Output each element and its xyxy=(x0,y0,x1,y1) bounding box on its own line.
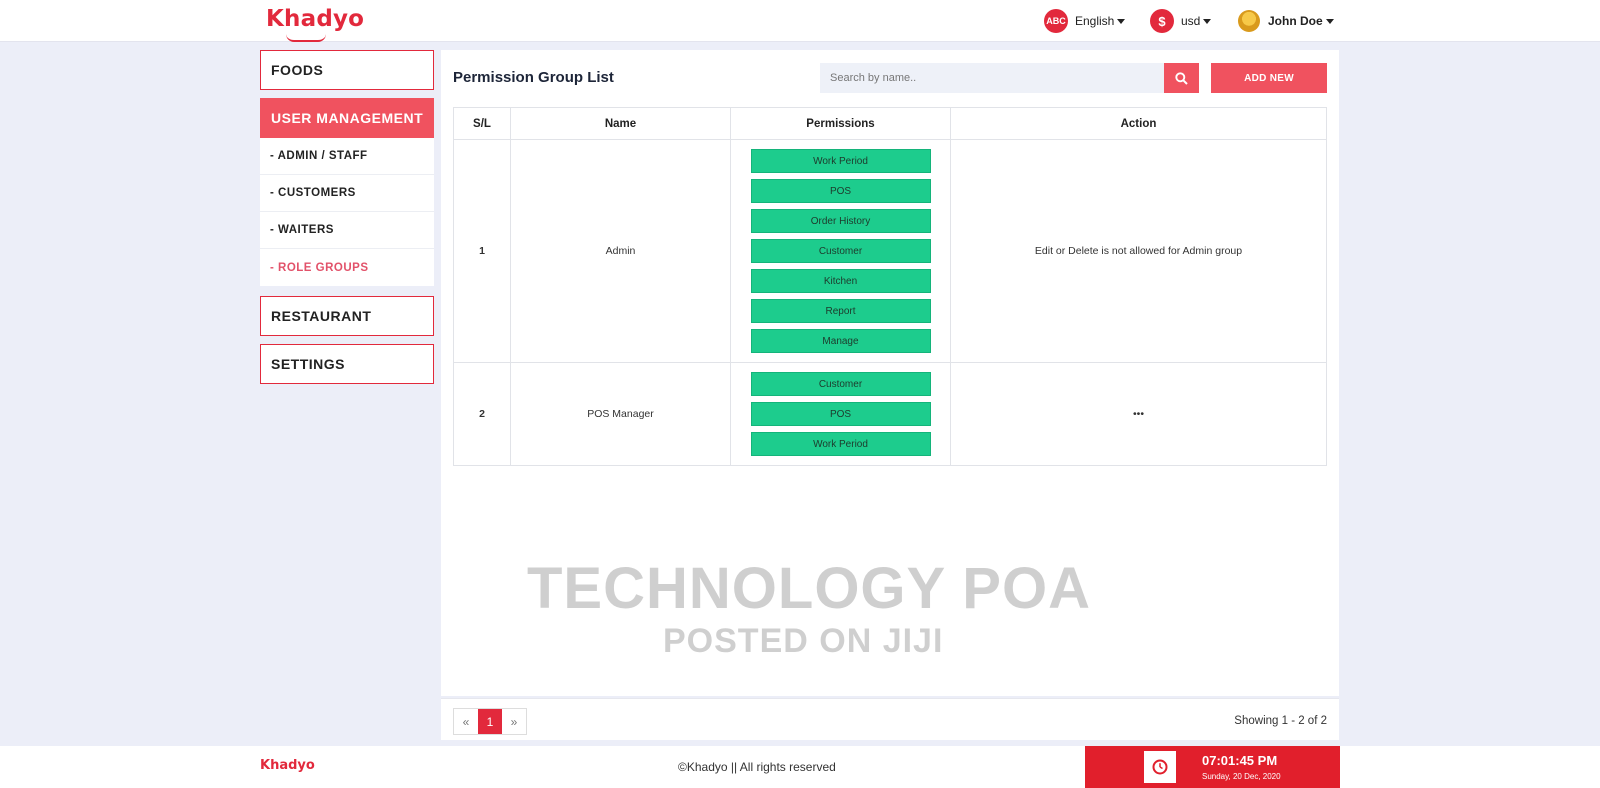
clock-icon xyxy=(1144,751,1176,783)
sidebar: FOODS USER MANAGEMENT - ADMIN / STAFF - … xyxy=(260,50,434,392)
permission-badge: Work Period xyxy=(750,149,931,173)
watermark-line-2: POSTED ON JIJI xyxy=(663,622,944,660)
column-header-name: Name xyxy=(510,107,731,140)
table-header-row: S/L Name Permissions Action xyxy=(453,107,1327,140)
copyright-text: ©Khadyo || All rights reserved xyxy=(678,760,836,774)
pagination: « 1 » xyxy=(453,708,527,735)
pagination-bar: « 1 » Showing 1 - 2 of 2 xyxy=(441,698,1339,740)
watermark-line-1: TECHNOLOGY POA xyxy=(527,556,1091,621)
sidebar-item-restaurant[interactable]: RESTAURANT xyxy=(260,296,434,336)
dollar-icon: $ xyxy=(1150,9,1174,33)
user-avatar xyxy=(1238,10,1260,32)
search-icon xyxy=(1175,71,1188,85)
currency-selector[interactable]: $ usd xyxy=(1150,8,1212,34)
clock-date: Sunday, 20 Dec, 2020 xyxy=(1202,772,1281,781)
row-name: Admin xyxy=(510,139,731,363)
row-name: POS Manager xyxy=(510,362,731,466)
sidebar-item-user-management[interactable]: USER MANAGEMENT xyxy=(260,98,434,138)
row-action-menu[interactable]: ••• xyxy=(950,362,1327,466)
column-header-sl: S/L xyxy=(453,107,511,140)
prev-page-button[interactable]: « xyxy=(454,709,478,734)
user-management-submenu: - ADMIN / STAFF - CUSTOMERS - WAITERS - … xyxy=(260,138,434,286)
permission-badge: Customer xyxy=(750,239,931,263)
row-permissions: Work Period POS Order History Customer K… xyxy=(730,139,951,363)
table-row: 2 POS Manager Customer POS Work Period •… xyxy=(453,362,1327,466)
row-sl: 2 xyxy=(453,362,511,466)
chevron-down-icon xyxy=(1203,18,1212,24)
permission-badge: Manage xyxy=(750,329,931,353)
sidebar-item-customers[interactable]: - CUSTOMERS xyxy=(260,175,434,212)
table-row: 1 Admin Work Period POS Order History Cu… xyxy=(453,139,1327,363)
add-new-button[interactable]: ADD NEW xyxy=(1211,63,1327,93)
row-action-note: Edit or Delete is not allowed for Admin … xyxy=(950,139,1327,363)
user-menu[interactable]: John Doe xyxy=(1238,8,1334,34)
language-icon: ABC xyxy=(1044,9,1068,33)
column-header-action: Action xyxy=(950,107,1327,140)
sidebar-item-foods[interactable]: FOODS xyxy=(260,50,434,90)
search-button[interactable] xyxy=(1164,63,1199,93)
sidebar-item-role-groups[interactable]: - ROLE GROUPS xyxy=(260,249,434,286)
permission-badge: Kitchen xyxy=(750,269,931,293)
user-name: John Doe xyxy=(1268,14,1323,28)
chevron-down-icon xyxy=(1325,18,1334,24)
sidebar-item-admin-staff[interactable]: - ADMIN / STAFF xyxy=(260,138,434,175)
chevron-down-icon xyxy=(1117,18,1126,24)
search-input[interactable] xyxy=(820,63,1164,93)
clock-widget: 07:01:45 PM Sunday, 20 Dec, 2020 xyxy=(1085,746,1340,788)
permission-badge: POS xyxy=(750,402,931,426)
currency-label: usd xyxy=(1181,14,1201,28)
language-label: English xyxy=(1075,14,1115,28)
sidebar-item-waiters[interactable]: - WAITERS xyxy=(260,212,434,249)
language-selector[interactable]: ABC English xyxy=(1044,8,1126,34)
permission-group-table: S/L Name Permissions Action 1 Admin Work… xyxy=(453,107,1327,466)
footer: Khadyo ©Khadyo || All rights reserved 07… xyxy=(0,746,1600,788)
page-title: Permission Group List xyxy=(453,69,614,86)
footer-logo[interactable]: Khadyo xyxy=(260,758,315,773)
top-header: Khadyo ABC English $ usd John Doe xyxy=(0,0,1600,42)
main-panel: Permission Group List ADD NEW S/L Name P… xyxy=(441,50,1339,740)
permission-badge: POS xyxy=(750,179,931,203)
showing-count: Showing 1 - 2 of 2 xyxy=(1234,715,1327,727)
sidebar-item-settings[interactable]: SETTINGS xyxy=(260,344,434,384)
logo-swoosh xyxy=(286,34,326,42)
permission-badge: Report xyxy=(750,299,931,323)
row-sl: 1 xyxy=(453,139,511,363)
permission-badge: Order History xyxy=(750,209,931,233)
permission-badge: Work Period xyxy=(750,432,931,456)
column-header-permissions: Permissions xyxy=(730,107,951,140)
row-permissions: Customer POS Work Period xyxy=(730,362,951,466)
khadyo-logo[interactable]: Khadyo xyxy=(266,6,364,42)
next-page-button[interactable]: » xyxy=(502,709,526,734)
clock-time: 07:01:45 PM xyxy=(1202,753,1278,768)
permission-badge: Customer xyxy=(750,372,931,396)
page-1-button[interactable]: 1 xyxy=(478,709,502,734)
